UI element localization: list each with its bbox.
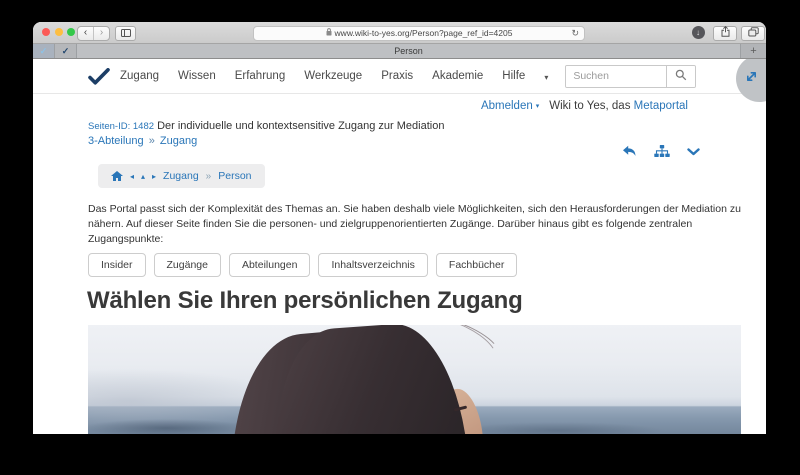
reload-icon[interactable]: ↻ <box>571 27 579 40</box>
nav-item[interactable]: Erfahrung <box>235 70 286 82</box>
department-separator: » <box>149 135 155 147</box>
checkmark-favicon: ✓ <box>40 46 48 57</box>
nav-item[interactable]: Zugang <box>120 70 159 82</box>
quick-link-button[interactable]: Fachbücher <box>436 253 517 277</box>
tab-overview-button[interactable] <box>741 26 765 41</box>
share-icon <box>721 24 730 42</box>
chevron-down-icon[interactable] <box>687 148 700 156</box>
crumb-up-icon[interactable]: ▴ <box>141 172 145 181</box>
forward-button[interactable]: › <box>93 27 109 40</box>
page-heading: Wählen Sie Ihren persönlichen Zugang <box>87 287 766 315</box>
crumb-forward-icon[interactable]: ▸ <box>152 172 156 181</box>
fullscreen-toggle[interactable] <box>736 59 766 102</box>
department-target-link[interactable]: Zugang <box>160 135 197 147</box>
traffic-lights <box>42 28 75 36</box>
quick-link-button[interactable]: Inhaltsverzeichnis <box>318 253 427 277</box>
nav-item[interactable]: Hilfe <box>502 70 525 82</box>
quick-link-button[interactable]: Abteilungen <box>229 253 310 277</box>
nav-item[interactable]: Werkzeuge <box>304 70 362 82</box>
downloads-button[interactable]: ↓ <box>691 26 705 39</box>
metaportal-link[interactable]: Metaportal <box>634 100 688 112</box>
zoom-window-button[interactable] <box>67 28 75 36</box>
close-window-button[interactable] <box>42 28 50 36</box>
downloads-icon: ↓ <box>692 26 705 39</box>
history-nav-group: ‹ › <box>77 26 110 41</box>
breadcrumb-parent-link[interactable]: Zugang <box>163 170 199 182</box>
quick-link-button[interactable]: Insider <box>88 253 146 277</box>
account-row: Abmelden▾ Wiki to Yes, das Metaportal <box>33 100 766 112</box>
new-tab-button[interactable]: + <box>740 44 766 58</box>
quick-link-button[interactable]: Zugänge <box>154 253 221 277</box>
sidebar-button[interactable] <box>115 26 136 41</box>
page-content: Zugang Wissen Erfahrung Werkzeuge Praxis Akad… <box>33 59 766 434</box>
site-tagline: Wiki to Yes, das <box>549 100 630 112</box>
tab-person[interactable]: Person <box>77 44 740 58</box>
search-input[interactable] <box>566 66 666 87</box>
site-navbar: Zugang Wissen Erfahrung Werkzeuge Praxis Akad… <box>33 59 766 94</box>
wiki-to-yes-logo-checkmark-icon[interactable] <box>88 68 110 85</box>
sitemap-icon[interactable] <box>654 145 670 158</box>
pinned-tab-1[interactable]: ✓ <box>33 44 55 58</box>
nav-item[interactable]: Wissen <box>178 70 216 82</box>
page-title: Der individuelle und kontextsensitive Zu… <box>157 120 444 132</box>
pinned-tab-2[interactable]: ✓ <box>55 44 77 58</box>
page-tools <box>622 145 700 158</box>
search-box <box>565 65 696 88</box>
expand-icon <box>745 70 758 88</box>
intro-paragraph: Das Portal passt sich der Komplexität de… <box>88 202 743 247</box>
search-icon <box>675 69 687 84</box>
browser-window: ‹ › www.wiki-to-yes.org/Person?page_ref_… <box>33 22 766 434</box>
main-nav: Zugang Wissen Erfahrung Werkzeuge Praxis Akad… <box>120 70 544 82</box>
url-text: www.wiki-to-yes.org/Person?page_ref_id=4… <box>335 28 513 38</box>
nav-item[interactable]: Praxis <box>381 70 413 82</box>
quick-links: Insider Zugänge Abteilungen Inhaltsverzeich… <box>88 253 766 277</box>
sidebar-icon <box>121 24 131 42</box>
screenshot-stage: ‹ › www.wiki-to-yes.org/Person?page_ref_… <box>0 0 800 475</box>
checkmark-favicon: ✓ <box>62 46 70 57</box>
breadcrumb-separator: » <box>206 171 212 182</box>
search-button[interactable] <box>666 66 695 87</box>
address-bar[interactable]: www.wiki-to-yes.org/Person?page_ref_id=4… <box>253 26 585 41</box>
logout-link[interactable]: Abmelden <box>481 100 533 112</box>
hero-photo-woman-by-sea <box>88 325 741 434</box>
department-link[interactable]: 3-Abteilung <box>88 135 144 147</box>
home-icon[interactable] <box>111 171 123 182</box>
browser-toolbar: ‹ › www.wiki-to-yes.org/Person?page_ref_… <box>33 22 766 44</box>
reply-icon[interactable] <box>622 145 637 158</box>
breadcrumb-wrap: ◂ ▴ ▸ Zugang » Person <box>98 164 766 188</box>
breadcrumb: ◂ ▴ ▸ Zugang » Person <box>98 164 265 188</box>
lock-icon <box>326 28 332 38</box>
share-button[interactable] <box>713 26 737 41</box>
logout-caret-icon[interactable]: ▾ <box>536 103 540 110</box>
minimize-window-button[interactable] <box>55 28 63 36</box>
nav-more-caret-icon[interactable]: ▾ <box>544 73 548 82</box>
crumb-back-icon[interactable]: ◂ <box>130 172 134 181</box>
page-id-label: Seiten-ID: 1482 <box>88 121 154 132</box>
tab-bar: ✓ ✓ Person + <box>33 44 766 59</box>
tab-title: Person <box>394 46 423 56</box>
tabs-icon <box>748 24 759 42</box>
nav-item[interactable]: Akademie <box>432 70 483 82</box>
back-button[interactable]: ‹ <box>78 27 93 40</box>
breadcrumb-current-link[interactable]: Person <box>218 170 251 182</box>
